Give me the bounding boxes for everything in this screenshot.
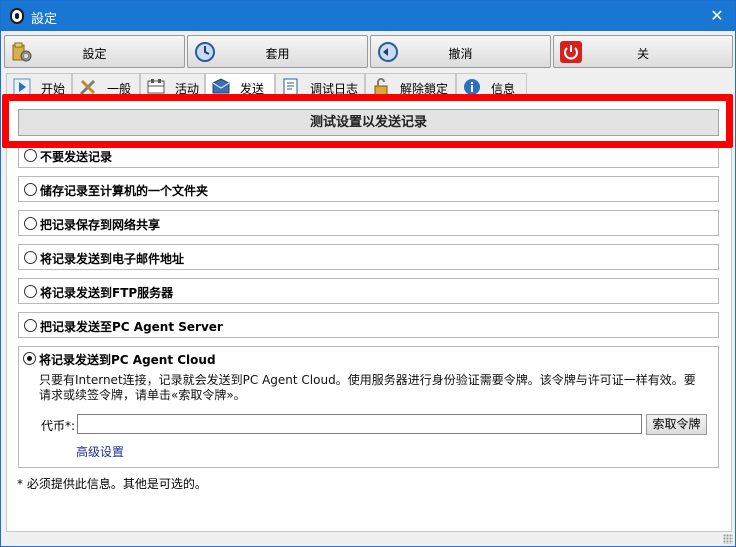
resize-grip-icon[interactable] [723, 534, 733, 544]
radio-agent-cloud[interactable] [23, 352, 36, 365]
radio-no-send[interactable] [24, 149, 37, 162]
undo-button-label: 撤消 [448, 47, 473, 61]
close-button[interactable]: 关 [553, 35, 733, 68]
token-label: 代币*: [41, 419, 76, 433]
option-no-send-label: 不要发送记录 [40, 150, 113, 164]
radio-network-share[interactable] [24, 217, 37, 230]
close-button-label: 关 [636, 47, 649, 61]
settings-window: 設定 ✕ 設定 套用 撤消 关 开始 一般 活动 发送 调试日志 解除鎖定 信息… [0, 0, 736, 547]
option-network-share-label: 把记录保存到网络共享 [40, 218, 161, 232]
status-bar [1, 532, 735, 546]
highlight-box [2, 94, 733, 148]
option-network-share[interactable]: 把记录保存到网络共享 [18, 210, 719, 236]
option-agent-server[interactable]: 把记录发送至PC Agent Server [18, 312, 719, 338]
option-ftp-label: 将记录发送到FTP服务器 [40, 286, 174, 300]
title-bar[interactable]: 設定 ✕ [1, 1, 735, 31]
radio-agent-server[interactable] [24, 319, 37, 332]
token-input[interactable] [77, 414, 642, 434]
request-token-button[interactable]: 索取令牌 [646, 414, 707, 435]
option-agent-cloud-row[interactable]: 将记录发送到PC Agent Cloud [18, 346, 719, 372]
window-title: 設定 [31, 12, 58, 27]
radio-email[interactable] [24, 251, 37, 264]
toolbar: 設定 套用 撤消 关 [1, 32, 735, 72]
radio-save-folder[interactable] [24, 183, 37, 196]
app-icon [10, 8, 24, 24]
option-save-folder[interactable]: 储存记录至计算机的一个文件夹 [18, 176, 719, 202]
option-agent-cloud-label: 将记录发送到PC Agent Cloud [39, 353, 216, 367]
apply-button-label: 套用 [265, 47, 290, 61]
option-email[interactable]: 将记录发送到电子邮件地址 [18, 244, 719, 270]
undo-button[interactable]: 撤消 [370, 35, 551, 68]
settings-button-label: 設定 [82, 47, 107, 61]
required-footnote: * 必须提供此信息。其他是可选的。 [17, 477, 207, 491]
option-ftp[interactable]: 将记录发送到FTP服务器 [18, 278, 719, 304]
apply-button[interactable]: 套用 [187, 35, 368, 68]
advanced-settings-link[interactable]: 高级设置 [76, 443, 124, 460]
cloud-description: 只要有Internet连接，记录就会发送到PC Agent Cloud。使用服务… [39, 373, 696, 402]
radio-ftp[interactable] [24, 285, 37, 298]
option-email-label: 将记录发送到电子邮件地址 [40, 252, 185, 266]
option-save-folder-label: 储存记录至计算机的一个文件夹 [40, 184, 209, 198]
close-window-button[interactable]: ✕ [699, 1, 735, 31]
settings-button[interactable]: 設定 [4, 35, 185, 68]
option-agent-server-label: 把记录发送至PC Agent Server [40, 320, 223, 334]
